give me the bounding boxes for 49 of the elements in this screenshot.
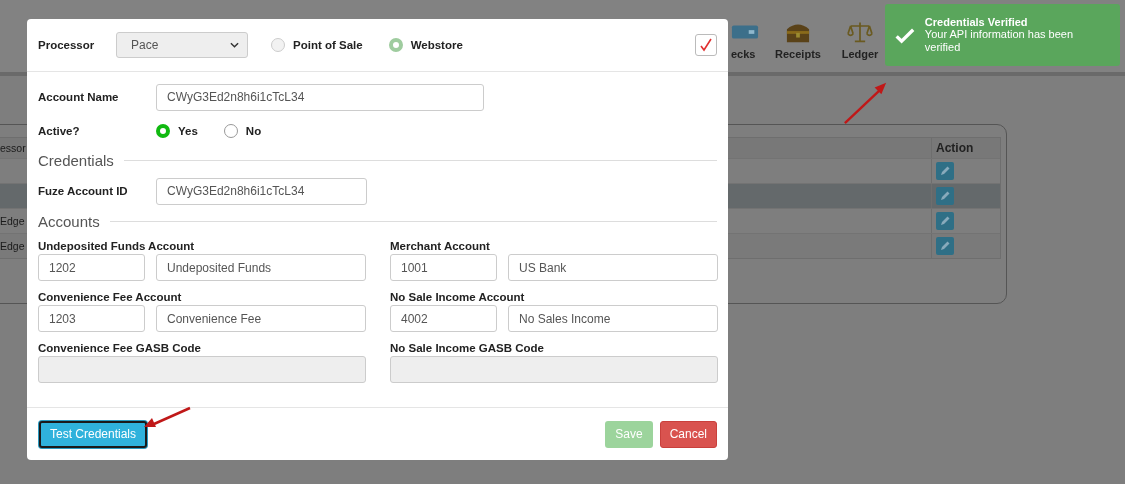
field-label: No Sale Income GASB Code [390,342,545,354]
field-label: Merchant Account [390,240,491,252]
edit-button[interactable] [936,187,954,205]
account-name-field[interactable]: No Sales Income [508,305,718,332]
edit-button[interactable] [936,162,954,180]
column-header: essor [0,142,27,154]
field-label: Fuze Account ID [38,185,129,197]
checkmark-icon [699,38,713,52]
account-code-field[interactable]: 1202 [38,254,145,281]
field-label: Convenience Fee Account [38,291,183,303]
field-label: Active? [38,125,81,137]
field-label: Processor [38,39,96,51]
table-cell: Edge [0,215,25,227]
account-name-field[interactable]: Undeposited Funds [156,254,366,281]
nav-label[interactable]: ecks [731,48,756,60]
field-label: No Sale Income Account [390,291,526,303]
radio-option[interactable]: Yes [156,124,198,138]
account-name-field[interactable]: Convenience Fee [156,305,366,332]
checkmark-icon [895,26,915,44]
nav-label[interactable]: Ledger [841,48,879,60]
pencil-icon [939,215,951,227]
arrow-annotation [142,406,192,430]
radio-option[interactable]: No [223,124,262,138]
edit-button[interactable] [936,212,954,230]
checkbox[interactable] [695,34,717,56]
processor-select[interactable]: Pace [116,32,248,58]
account-code-field[interactable]: 1001 [390,254,497,281]
table-cell: Edge [0,240,25,252]
account-code-field[interactable]: 1203 [38,305,145,332]
account-name-field[interactable]: US Bank [508,254,718,281]
field-label: Undeposited Funds Account [38,240,196,252]
action-button[interactable]: Cancel [659,420,717,448]
column-header: Action [931,138,1000,158]
account-id-field[interactable]: CWyG3Ed2n8h6i1cTcL34 [156,177,367,205]
pencil-icon [939,240,951,252]
balance-scale-icon[interactable] [846,20,874,44]
section-heading: Credentials [38,152,114,169]
section-heading: Accounts [38,213,100,230]
nav-label[interactable]: Receipts [775,48,821,60]
field-label: Convenience Fee GASB Code [38,342,202,354]
field-label: Account Name [38,91,120,103]
chevron-down-icon [230,42,239,48]
toast-title: Credentials Verified [924,16,1029,28]
pencil-icon [939,165,951,177]
account-name-field[interactable]: CWyG3Ed2n8h6i1cTcL34 [156,83,484,111]
toast-message: Your API information has been verified [924,28,1075,54]
pencil-icon [939,190,951,202]
edit-button[interactable] [936,237,954,255]
account-code-field[interactable]: 4002 [390,305,497,332]
